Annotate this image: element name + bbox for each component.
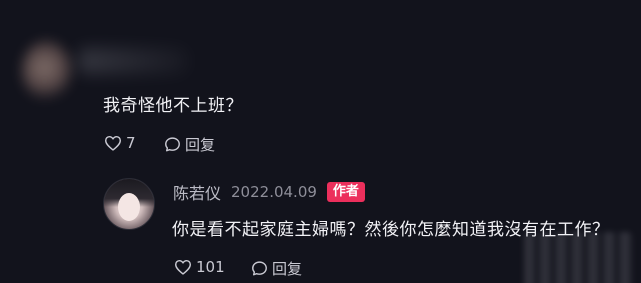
avatar[interactable]	[103, 178, 155, 230]
username[interactable]: 陈若仪	[173, 180, 221, 204]
reply-button[interactable]: 回复	[164, 134, 215, 155]
comment-text: 我奇怪他不上班？	[103, 96, 243, 116]
heart-outline-icon	[104, 135, 122, 151]
heart-outline-icon	[174, 259, 192, 275]
comment-meta: 陈若仪 2022.04.09 作者	[173, 180, 365, 204]
author-badge: 作者	[326, 182, 365, 202]
like-button[interactable]: 101	[174, 258, 225, 276]
like-button[interactable]: 7	[104, 134, 136, 152]
reply-button[interactable]: 回复	[251, 258, 302, 279]
comment-date: 2022.04.09	[231, 183, 317, 201]
blurred-avatar	[22, 40, 72, 102]
reply-label: 回复	[185, 136, 216, 154]
like-count: 7	[126, 134, 136, 152]
speech-bubble-icon	[164, 136, 181, 153]
comment-text: 你是看不起家庭主婦嗎？然後你怎麼知道我沒有在工作？	[172, 220, 610, 240]
blurred-username	[78, 48, 188, 74]
reply-label: 回复	[272, 260, 303, 278]
speech-bubble-icon	[251, 260, 268, 277]
like-count: 101	[196, 258, 225, 276]
